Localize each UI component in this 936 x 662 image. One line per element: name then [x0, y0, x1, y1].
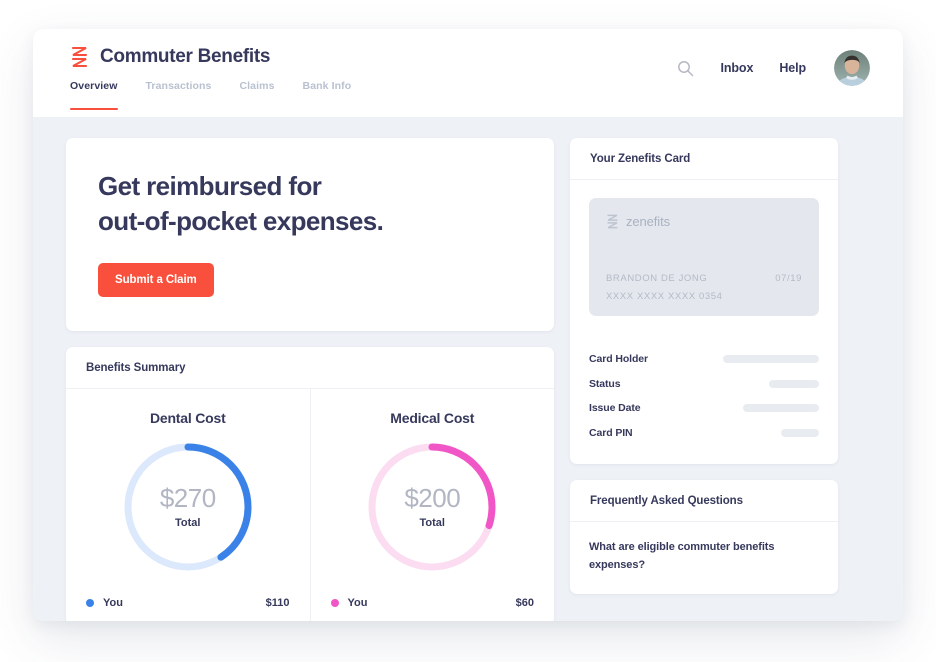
- hero-heading-line-2: out-of-pocket expenses.: [98, 205, 384, 236]
- medical-donut-center: $200 Total: [364, 439, 500, 575]
- tab-bank-info[interactable]: Bank Info: [303, 80, 352, 110]
- header-actions: Inbox Help: [677, 50, 870, 86]
- zenefits-z-icon: [607, 214, 618, 229]
- tab-claims[interactable]: Claims: [239, 80, 274, 110]
- medical-chart-title: Medical Cost: [390, 410, 475, 427]
- dental-donut-center: $270 Total: [120, 439, 256, 575]
- detail-label: Issue Date: [589, 402, 641, 415]
- detail-label: Status: [589, 377, 621, 390]
- avatar[interactable]: [834, 50, 870, 86]
- page-title: Commuter Benefits: [100, 46, 271, 67]
- medical-legend-name: You: [347, 597, 368, 610]
- detail-label: Card Holder: [589, 353, 648, 366]
- dental-chart-title: Dental Cost: [149, 410, 226, 427]
- tab-overview[interactable]: Overview: [70, 80, 118, 110]
- app-header: Commuter Benefits Inbox Help Overview Tr…: [33, 29, 903, 117]
- help-link[interactable]: Help: [779, 61, 806, 75]
- credit-card-holder-name: BRANDON DE JONG: [606, 273, 708, 284]
- page-content: Get reimbursed for out-of-pocket expense…: [33, 117, 903, 621]
- dental-total-label: Total: [175, 517, 201, 530]
- inbox-link[interactable]: Inbox: [720, 61, 753, 75]
- dental-legend-row: You $110: [86, 597, 290, 621]
- dental-donut: $270 Total: [120, 439, 256, 575]
- detail-label: Card PIN: [589, 426, 633, 439]
- hero-heading-line-1: Get reimbursed for: [98, 171, 322, 201]
- credit-card-expiry: 07/19: [775, 273, 802, 284]
- hero-heading: Get reimbursed for out-of-pocket expense…: [98, 169, 522, 238]
- submit-claim-button[interactable]: Submit a Claim: [98, 263, 214, 298]
- dental-legend-name: You: [103, 597, 123, 610]
- credit-card-details: BRANDON DE JONG 07/19 XXXX XXXX XXXX 035…: [606, 273, 802, 302]
- reimbursement-hero-card: Get reimbursed for out-of-pocket expense…: [66, 138, 554, 332]
- medical-total-value: $200: [404, 483, 461, 514]
- faq-question[interactable]: What are eligible commuter benefits expe…: [589, 539, 819, 574]
- dental-legend-value: $110: [265, 597, 290, 610]
- detail-value-placeholder: [769, 379, 819, 388]
- medical-donut: $200 Total: [364, 439, 500, 575]
- right-column: Your Zenefits Card zenefits BRANDON DE J…: [570, 138, 838, 621]
- faq-panel: Frequently Asked Questions What are elig…: [570, 480, 838, 595]
- dental-legend-dot: [86, 599, 94, 608]
- browser-window: Commuter Benefits Inbox Help Overview Tr…: [33, 29, 903, 621]
- dental-total-value: $270: [159, 483, 216, 514]
- medical-total-label: Total: [419, 517, 445, 530]
- faq-title: Frequently Asked Questions: [570, 480, 838, 522]
- credit-card-visual[interactable]: zenefits BRANDON DE JONG 07/19 XXXX XXXX…: [589, 198, 819, 316]
- search-icon[interactable]: [677, 60, 694, 77]
- zenefits-card-title: Your Zenefits Card: [570, 138, 838, 180]
- credit-card-number: XXXX XXXX XXXX 0354: [606, 291, 723, 302]
- medical-cost-chart: Medical Cost $200 Total You $60: [309, 389, 555, 621]
- detail-row-issue-date: Issue Date: [589, 396, 819, 421]
- dental-cost-chart: Dental Cost $270 Total You $110: [66, 389, 310, 621]
- detail-value-placeholder: [743, 404, 819, 413]
- detail-value-placeholder: [781, 428, 819, 437]
- faq-list: What are eligible commuter benefits expe…: [570, 522, 838, 594]
- benefits-summary-card: Benefits Summary Dental Cost $270 Total …: [66, 347, 554, 621]
- credit-card-brand-text: zenefits: [626, 214, 671, 229]
- medical-legend-row: You $60: [330, 597, 534, 621]
- medical-legend-dot: [330, 599, 339, 608]
- detail-row-card-pin: Card PIN: [589, 421, 819, 446]
- card-detail-list: Card Holder Status Issue Date Card PIN: [570, 333, 838, 464]
- left-column: Get reimbursed for out-of-pocket expense…: [66, 138, 554, 621]
- detail-value-placeholder: [723, 355, 819, 364]
- charts-row: Dental Cost $270 Total You $110 Medical …: [66, 389, 554, 621]
- detail-row-card-holder: Card Holder: [589, 347, 819, 372]
- tab-transactions[interactable]: Transactions: [146, 80, 212, 110]
- credit-card-brand: zenefits: [606, 214, 802, 229]
- detail-row-status: Status: [589, 372, 819, 397]
- zenefits-z-icon: [71, 46, 88, 68]
- zenefits-card-body: zenefits BRANDON DE JONG 07/19 XXXX XXXX…: [570, 180, 838, 333]
- medical-legend-value: $60: [515, 597, 534, 610]
- zenefits-card-panel: Your Zenefits Card zenefits BRANDON DE J…: [570, 138, 838, 464]
- benefits-summary-title: Benefits Summary: [66, 347, 554, 390]
